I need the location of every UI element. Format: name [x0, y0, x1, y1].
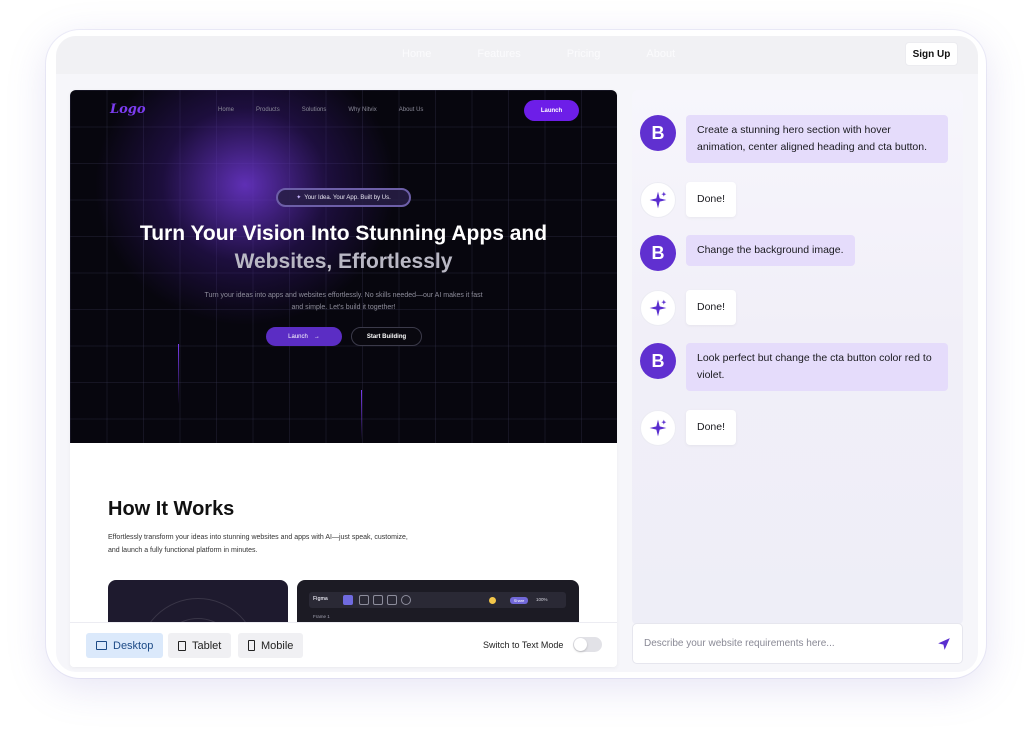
user-avatar: B	[640, 343, 676, 379]
hero-headline-line1: Turn Your Vision Into Stunning Apps and	[139, 222, 548, 245]
figma-zoom-label: 100%	[536, 597, 548, 602]
user-avatar: B	[640, 115, 676, 151]
hero-start-building-button[interactable]: Start Building	[351, 327, 422, 346]
figma-pen-tool-icon	[387, 595, 397, 605]
chat-message-user: B Change the background image.	[640, 235, 855, 271]
hero-launch-label: Launch	[288, 333, 308, 340]
figma-app-label: Figma	[313, 596, 328, 602]
top-nav: Home Features Pricing About	[402, 48, 675, 60]
ai-avatar	[640, 290, 676, 326]
arrow-right-icon: →	[313, 333, 320, 340]
hero-headline-line2: Websites, Effortlessly	[234, 250, 453, 273]
top-nav-about[interactable]: About	[646, 48, 675, 60]
preview-nav-home[interactable]: Home	[218, 107, 234, 113]
text-mode-label: Switch to Text Mode	[483, 640, 564, 650]
figma-share-button: Share	[510, 597, 528, 604]
hero-tagline-text: Your Idea. Your App. Built by Us.	[304, 194, 391, 201]
how-it-works-title: How It Works	[108, 498, 235, 520]
chat-message-user: B Look perfect but change the cta button…	[640, 343, 948, 391]
preview-nav: Home Products Solutions Why Nitvix About…	[218, 107, 423, 113]
preview-nav-products[interactable]: Products	[256, 107, 280, 113]
website-preview: Logo Home Products Solutions Why Nitvix …	[70, 90, 617, 667]
preview-nav-solutions[interactable]: Solutions	[302, 107, 327, 113]
ai-avatar	[640, 182, 676, 218]
send-icon[interactable]	[937, 637, 951, 651]
decorative-glow-line	[178, 344, 179, 404]
figma-frame-label: Frame 1	[313, 614, 330, 619]
hero-subtext: Turn your ideas into apps and websites e…	[204, 292, 483, 311]
top-nav-features[interactable]: Features	[477, 48, 520, 60]
figma-frame-tool-icon	[359, 595, 369, 605]
chat-message-ai: Done!	[640, 290, 737, 326]
decorative-glow-line	[361, 390, 362, 440]
text-mode-toggle[interactable]	[573, 637, 602, 652]
chat-input-placeholder: Describe your website requirements here.…	[644, 638, 835, 649]
figma-comment-tool-icon	[401, 595, 411, 605]
device-tablet-label: Tablet	[192, 639, 222, 652]
device-mobile-button[interactable]: Mobile	[238, 633, 304, 658]
ai-message-bubble: Done!	[686, 410, 737, 445]
toggle-knob	[574, 638, 587, 651]
device-mobile-label: Mobile	[261, 639, 294, 652]
top-nav-home[interactable]: Home	[402, 48, 431, 60]
chat-panel: B Create a stunning hero section with ho…	[632, 90, 963, 625]
sparkle-icon	[649, 191, 667, 209]
sparkle-icon	[649, 419, 667, 437]
figma-shape-tool-icon	[373, 595, 383, 605]
device-desktop-button[interactable]: Desktop	[86, 633, 164, 658]
user-message-bubble: Look perfect but change the cta button c…	[686, 343, 948, 391]
figma-move-tool-icon	[343, 595, 353, 605]
hero-launch-button[interactable]: Launch →	[266, 327, 342, 346]
device-tablet-button[interactable]: Tablet	[168, 633, 232, 658]
device-toolbar: Desktop Tablet Mobile Switch to Text Mod…	[70, 622, 617, 667]
ai-avatar	[640, 410, 676, 446]
sparkle-icon	[649, 299, 667, 317]
chat-message-ai: Done!	[640, 182, 737, 218]
ai-message-bubble: Done!	[686, 290, 737, 325]
sparkle-icon: ✦	[296, 195, 302, 201]
top-nav-pricing[interactable]: Pricing	[567, 48, 601, 60]
user-avatar: B	[640, 235, 676, 271]
preview-nav-why[interactable]: Why Nitvix	[348, 107, 376, 113]
preview-hero: Logo Home Products Solutions Why Nitvix …	[70, 90, 617, 443]
hero-tagline-pill: ✦ Your Idea. Your App. Built by Us.	[276, 188, 411, 207]
chat-input[interactable]: Describe your website requirements here.…	[632, 623, 963, 664]
figma-user-avatar	[489, 597, 496, 604]
preview-header-launch-button[interactable]: Launch	[524, 100, 579, 121]
how-it-works-description: Effortlessly transform your ideas into s…	[108, 534, 408, 554]
desktop-icon	[96, 641, 107, 650]
tablet-icon	[178, 640, 186, 651]
ai-message-bubble: Done!	[686, 182, 737, 217]
mobile-icon	[248, 640, 255, 651]
preview-nav-about[interactable]: About Us	[399, 107, 424, 113]
user-message-bubble: Change the background image.	[686, 235, 855, 266]
device-desktop-label: Desktop	[113, 639, 154, 652]
preview-logo[interactable]: Logo	[110, 102, 146, 117]
sign-up-button[interactable]: Sign Up	[905, 42, 958, 66]
top-bar: Home Features Pricing About Sign Up	[56, 36, 978, 74]
user-message-bubble: Create a stunning hero section with hove…	[686, 115, 948, 163]
chat-message-user: B Create a stunning hero section with ho…	[640, 115, 948, 163]
chat-message-ai: Done!	[640, 410, 737, 446]
